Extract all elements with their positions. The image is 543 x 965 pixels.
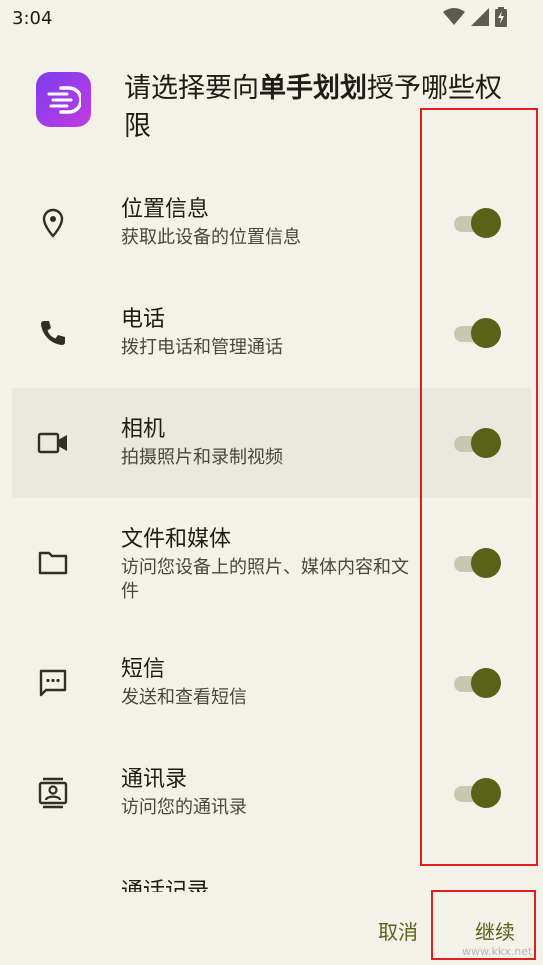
message-icon (36, 666, 70, 700)
location-pin-icon (36, 206, 70, 240)
permission-description: 访问您的通讯录 (121, 797, 247, 818)
folder-icon (36, 546, 70, 580)
call-log-icon (38, 886, 66, 889)
watermark: www.kkx.net (462, 945, 533, 958)
app-logo-icon (47, 85, 81, 114)
permission-title: 通讯录 (121, 767, 188, 792)
permission-description: 拍摄照片和录制视频 (121, 447, 283, 468)
status-bar: 3:04 (0, 0, 543, 36)
battery-charging-icon (495, 7, 507, 27)
permission-title: 短信 (121, 657, 166, 682)
app-icon (36, 72, 91, 127)
permission-description: 拨打电话和管理通话 (121, 337, 283, 358)
status-time: 3:04 (12, 8, 53, 29)
permission-description: 获取此设备的位置信息 (121, 227, 301, 248)
video-camera-icon (36, 426, 70, 460)
permission-title: 通话记录 (121, 879, 210, 892)
status-icons (443, 6, 507, 28)
signal-icon (471, 8, 489, 26)
permission-title: 位置信息 (121, 197, 210, 222)
wifi-icon (443, 8, 465, 25)
permission-description: 访问您设备上的照片、媒体内容和文件 (121, 557, 409, 602)
permission-description: 发送和查看短信 (121, 687, 247, 708)
cancel-button[interactable]: 取消 (378, 916, 418, 945)
phone-icon (36, 316, 70, 350)
permission-title: 电话 (121, 307, 166, 332)
annotation-box-toggles (420, 108, 538, 866)
contacts-icon (36, 776, 70, 810)
permission-title: 相机 (121, 417, 166, 442)
permission-title: 文件和媒体 (121, 527, 232, 552)
app-name: 单手划划 (259, 73, 367, 104)
